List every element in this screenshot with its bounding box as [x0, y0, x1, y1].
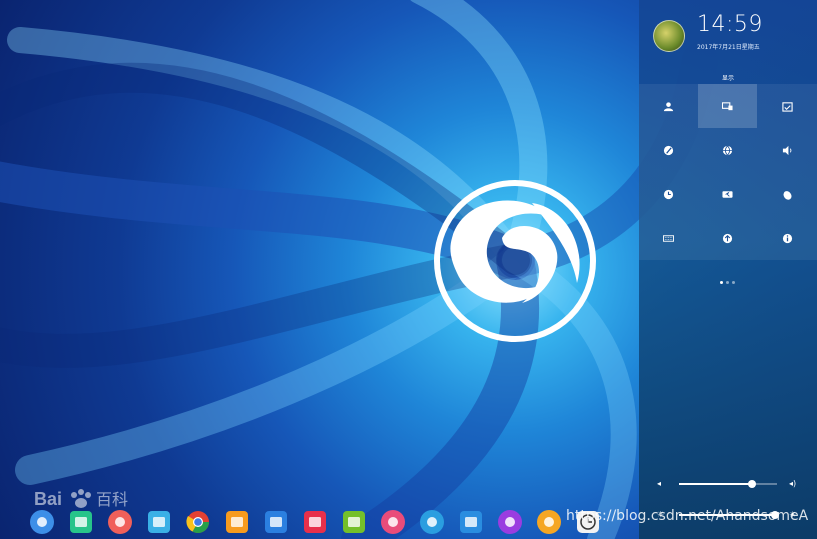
file-manager-icon[interactable] — [68, 509, 94, 535]
time-icon[interactable] — [639, 172, 698, 216]
settings-icon[interactable] — [380, 509, 406, 535]
volume-low-icon: ◂ — [657, 479, 662, 488]
shutdown-icon[interactable] — [497, 509, 523, 535]
update-icon[interactable] — [698, 216, 757, 260]
keyboard-icon[interactable] — [639, 216, 698, 260]
volume-control: ◂ ◂) — [657, 478, 802, 490]
store-icon[interactable] — [107, 509, 133, 535]
clock-time: 14:59 — [697, 12, 763, 37]
music-icon[interactable] — [341, 509, 367, 535]
page-dot[interactable] — [726, 281, 729, 284]
camera-icon[interactable] — [419, 509, 445, 535]
app-store-icon[interactable] — [146, 509, 172, 535]
calendar-icon[interactable] — [758, 84, 817, 128]
system-monitor-icon[interactable] — [458, 509, 484, 535]
control-center: 14:59 2017年7月21日星期五 显示 ◂ ◂) ☼ ☀ — [639, 0, 817, 539]
mouse-icon[interactable] — [758, 172, 817, 216]
personalization-icon[interactable] — [639, 128, 698, 172]
info-icon[interactable] — [758, 216, 817, 260]
section-label: 显示 — [721, 75, 734, 82]
volume-handle[interactable] — [747, 480, 756, 488]
power-icon[interactable] — [698, 172, 757, 216]
browser-icon[interactable] — [536, 509, 562, 535]
settings-grid — [639, 84, 817, 260]
user-icon[interactable] — [639, 84, 698, 128]
deepin-logo — [434, 180, 596, 342]
launcher-icon[interactable] — [29, 509, 55, 535]
sound-icon[interactable] — [758, 128, 817, 172]
chrome-icon[interactable] — [185, 509, 211, 535]
screenshot-icon[interactable] — [302, 509, 328, 535]
clock-date: 2017年7月21日星期五 — [697, 44, 760, 51]
video-icon[interactable] — [263, 509, 289, 535]
volume-fill — [679, 483, 752, 485]
music-box-icon[interactable] — [224, 509, 250, 535]
dock — [26, 505, 636, 539]
user-avatar[interactable] — [653, 20, 685, 52]
page-dot[interactable] — [732, 281, 735, 284]
page-dot[interactable] — [720, 281, 723, 284]
csdn-watermark: https://blog.csdn.net/AhandsomeA — [566, 508, 809, 524]
network-icon[interactable] — [698, 128, 757, 172]
volume-slider[interactable] — [679, 480, 777, 488]
volume-high-icon: ◂) — [789, 479, 797, 488]
page-indicator[interactable] — [720, 281, 735, 284]
display-icon[interactable] — [698, 84, 757, 128]
